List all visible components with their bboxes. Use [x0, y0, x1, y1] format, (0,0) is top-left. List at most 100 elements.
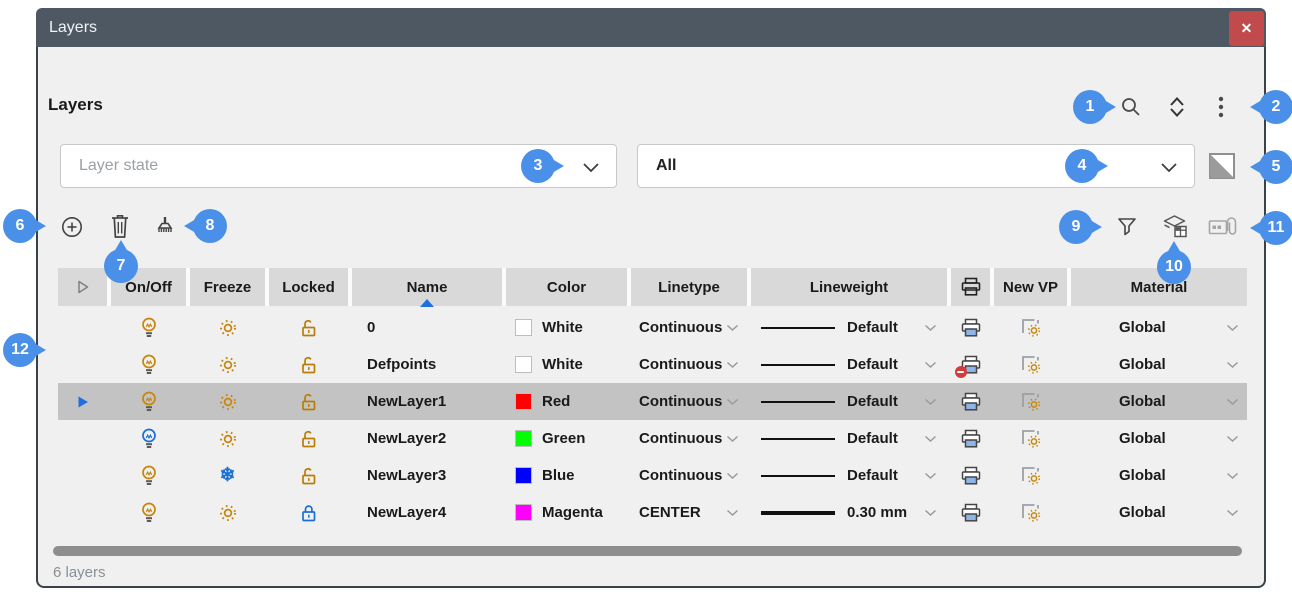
table-row[interactable]: ❄ NewLayer3 Blue Continuous — [58, 457, 1247, 494]
column-header-plot[interactable] — [951, 268, 990, 306]
lock-cell[interactable] — [269, 309, 348, 346]
linetype-cell[interactable]: Continuous — [631, 420, 747, 457]
lineweight-cell[interactable]: Default — [751, 309, 947, 346]
lineweight-cell[interactable]: Default — [751, 383, 947, 420]
linetype-cell[interactable]: Continuous — [631, 457, 747, 494]
panel-title: Layers — [48, 95, 103, 115]
lineweight-cell[interactable]: Default — [751, 457, 947, 494]
current-layer-cell — [58, 457, 107, 494]
layers-panel-screenshot: Layers ✕ Layers Layer state All — [0, 0, 1292, 595]
material-cell[interactable]: Global — [1071, 309, 1247, 346]
material-value: Global — [1119, 504, 1166, 521]
horizontal-scrollbar[interactable] — [53, 546, 1242, 556]
linetype-cell[interactable]: Continuous — [631, 309, 747, 346]
material-cell[interactable]: Global — [1071, 494, 1247, 531]
color-name: Blue — [542, 467, 575, 484]
color-cell[interactable]: White — [506, 309, 627, 346]
material-cell[interactable]: Global — [1071, 457, 1247, 494]
column-header-color[interactable]: Color — [506, 268, 627, 306]
expand-collapse-icon[interactable] — [1167, 95, 1187, 119]
snowflake-frozen-icon: ❄ — [220, 466, 236, 485]
callout-10: 10 — [1157, 250, 1191, 284]
color-cell[interactable]: Red — [506, 383, 627, 420]
material-cell[interactable]: Global — [1071, 420, 1247, 457]
title-bar[interactable] — [36, 8, 1266, 47]
column-header-freeze[interactable]: Freeze — [190, 268, 265, 306]
freeze-cell[interactable]: ❄ — [190, 457, 265, 494]
layer-name-cell[interactable]: 0 — [352, 309, 502, 346]
linetype-value: Continuous — [639, 356, 722, 373]
newvp-cell[interactable] — [994, 309, 1067, 346]
lock-cell[interactable] — [269, 383, 348, 420]
newvp-cell[interactable] — [994, 383, 1067, 420]
linetype-cell[interactable]: Continuous — [631, 383, 747, 420]
plot-cell[interactable] — [951, 494, 990, 531]
lock-cell[interactable] — [269, 457, 348, 494]
lock-open-icon — [299, 429, 318, 449]
column-header-linetype[interactable]: Linetype — [631, 268, 747, 306]
color-cell[interactable]: Green — [506, 420, 627, 457]
plot-cell[interactable] — [951, 346, 990, 383]
linetype-value: Continuous — [639, 319, 722, 336]
color-cell[interactable]: White — [506, 346, 627, 383]
onoff-cell[interactable] — [111, 309, 186, 346]
lock-open-icon — [299, 355, 318, 375]
lock-cell[interactable] — [269, 494, 348, 531]
table-row[interactable]: ❄ NewLayer4 Magenta CENTER — [58, 494, 1247, 531]
layer-name-cell[interactable]: NewLayer2 — [352, 420, 502, 457]
material-cell[interactable]: Global — [1071, 383, 1247, 420]
column-header-newvp[interactable]: New VP — [994, 268, 1067, 306]
kebab-menu-icon[interactable] — [1216, 95, 1226, 119]
lock-cell[interactable] — [269, 346, 348, 383]
plot-cell[interactable] — [951, 457, 990, 494]
newvp-cell[interactable] — [994, 346, 1067, 383]
table-row[interactable]: ❄ 0 White Continuous — [58, 309, 1247, 346]
plot-cell[interactable] — [951, 383, 990, 420]
linetype-cell[interactable]: Continuous — [631, 346, 747, 383]
linetype-cell[interactable]: CENTER — [631, 494, 747, 531]
onoff-cell[interactable] — [111, 346, 186, 383]
column-header-expand[interactable] — [58, 268, 107, 306]
freeze-cell[interactable]: ❄ — [190, 494, 265, 531]
attach-panel-icon[interactable] — [1208, 216, 1238, 239]
table-row[interactable]: ❄ NewLayer2 Green Continuous — [58, 420, 1247, 457]
color-cell[interactable]: Blue — [506, 457, 627, 494]
onoff-cell[interactable] — [111, 494, 186, 531]
onoff-cell[interactable] — [111, 383, 186, 420]
new-layer-button[interactable] — [60, 215, 84, 239]
column-header-locked[interactable]: Locked — [269, 268, 348, 306]
plot-cell[interactable] — [951, 420, 990, 457]
onoff-cell[interactable] — [111, 420, 186, 457]
invert-filter-icon[interactable] — [1208, 152, 1236, 180]
lineweight-cell[interactable]: Default — [751, 420, 947, 457]
newvp-cell[interactable] — [994, 494, 1067, 531]
close-button[interactable]: ✕ — [1229, 11, 1264, 46]
chevron-down-icon — [924, 509, 937, 517]
freeze-cell[interactable]: ❄ — [190, 420, 265, 457]
column-header-lineweight[interactable]: Lineweight — [751, 268, 947, 306]
layer-name-cell[interactable]: NewLayer1 — [352, 383, 502, 420]
lineweight-cell[interactable]: 0.30 mm — [751, 494, 947, 531]
color-cell[interactable]: Magenta — [506, 494, 627, 531]
table-row[interactable]: ❄ NewLayer1 Red Continuous — [58, 383, 1247, 420]
newvp-cell[interactable] — [994, 457, 1067, 494]
column-header-name[interactable]: Name — [352, 268, 502, 306]
linetype-value: Continuous — [639, 467, 722, 484]
material-cell[interactable]: Global — [1071, 346, 1247, 383]
filter-icon[interactable] — [1116, 216, 1138, 238]
freeze-cell[interactable]: ❄ — [190, 383, 265, 420]
lineweight-cell[interactable]: Default — [751, 346, 947, 383]
lineweight-value: Default — [847, 430, 898, 447]
lock-cell[interactable] — [269, 420, 348, 457]
layer-name-cell[interactable]: NewLayer3 — [352, 457, 502, 494]
plot-cell[interactable] — [951, 309, 990, 346]
lock-closed-icon — [299, 503, 318, 523]
onoff-cell[interactable] — [111, 457, 186, 494]
layer-name-cell[interactable]: Defpoints — [352, 346, 502, 383]
color-name: Red — [542, 393, 570, 410]
freeze-cell[interactable]: ❄ — [190, 346, 265, 383]
table-row[interactable]: ❄ Defpoints White Continuous — [58, 346, 1247, 383]
layer-name-cell[interactable]: NewLayer4 — [352, 494, 502, 531]
newvp-cell[interactable] — [994, 420, 1067, 457]
freeze-cell[interactable]: ❄ — [190, 309, 265, 346]
